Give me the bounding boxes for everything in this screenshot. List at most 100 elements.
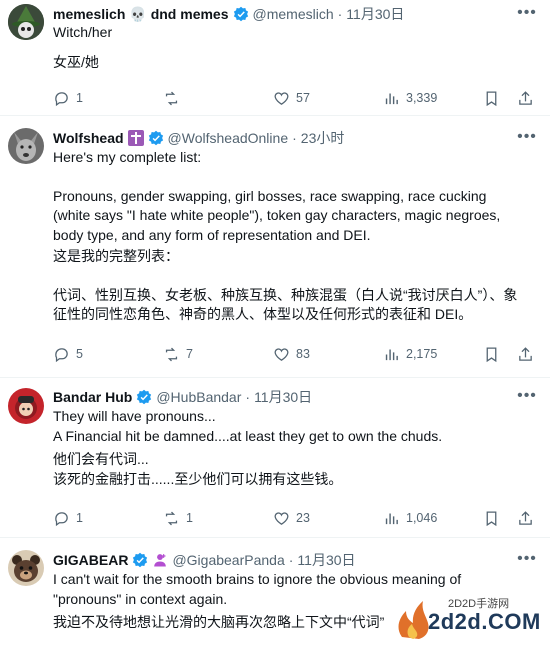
reply-icon [55, 91, 68, 106]
display-name[interactable]: memeslich [53, 6, 125, 22]
tweet[interactable]: memeslich 💀 dnd memes @memeslich · 11月30… [0, 0, 550, 116]
tweet-actions: 5 7 83 2,175 [53, 344, 532, 364]
reply-count: 5 [76, 347, 83, 361]
tweet-line: Witch/her [53, 24, 113, 40]
display-name[interactable]: Wolfshead [53, 130, 124, 146]
share-button[interactable] [517, 510, 540, 527]
timestamp[interactable]: 11月30日 [254, 387, 312, 407]
bookmark-icon [486, 90, 497, 106]
views-button[interactable]: 3,339 [383, 90, 437, 107]
tweet-line: Pronouns, gender swapping, girl bosses, … [53, 187, 487, 204]
view-count: 3,339 [406, 91, 438, 105]
tweet-line [53, 43, 536, 53]
like-button[interactable]: 57 [273, 90, 310, 107]
avatar[interactable] [8, 128, 44, 164]
user-handle[interactable]: @WolfsheadOnline [168, 130, 289, 146]
site-watermark: 2D2D手游网 2d2d.COM [392, 593, 542, 641]
witch-skull-avatar-icon [8, 4, 44, 40]
watermark-url: 2d2d.COM [428, 609, 541, 634]
tweet-line: 代词、性别互换、女老板、种族互换、种族混蛋（白人说“我讨厌白人”）、象 [53, 286, 518, 303]
tweet-line: I can't wait for the smooth brains to ig… [53, 571, 462, 587]
like-count: 83 [296, 347, 310, 361]
share-icon [519, 346, 532, 361]
retweet-button[interactable] [163, 90, 186, 107]
reply-icon [55, 511, 68, 526]
tweet-header: Wolfshead @WolfsheadOnline · 23小时 [53, 128, 520, 148]
timestamp[interactable]: 11月30日 [346, 4, 404, 24]
verified-badge-icon [148, 130, 163, 146]
view-count: 1,046 [406, 511, 438, 525]
user-handle[interactable]: @HubBandar [156, 389, 241, 405]
like-button[interactable]: 83 [273, 346, 310, 363]
tweet-line: body type, and any form of representatio… [53, 226, 371, 243]
reply-button[interactable]: 1 [53, 90, 83, 107]
analytics-icon [385, 93, 398, 104]
more-options-icon[interactable]: ••• [517, 128, 536, 145]
tweet-line: 这是我的完整列表： [53, 248, 179, 264]
tweet-line: They will have pronouns... [53, 408, 216, 424]
tweet-text: Witch/her 女巫/她 [53, 23, 536, 72]
user-handle[interactable]: @GigabearPanda [172, 552, 284, 568]
separator-dot: · [288, 552, 294, 568]
verified-badge-icon [233, 6, 248, 22]
retweet-count: 7 [186, 347, 193, 361]
verified-badge-icon [137, 389, 152, 405]
views-button[interactable]: 2,175 [383, 346, 437, 363]
display-name[interactable]: Bandar Hub [53, 389, 132, 405]
more-options-icon[interactable]: ••• [517, 4, 536, 21]
share-button[interactable] [517, 346, 540, 363]
more-options-icon[interactable]: ••• [517, 550, 536, 567]
retweet-icon [165, 511, 178, 525]
bookmark-icon [486, 346, 497, 362]
separator-dot: · [292, 130, 297, 146]
reply-button[interactable]: 5 [53, 346, 83, 363]
bookmark-icon [486, 510, 497, 526]
timeline: memeslich 💀 dnd memes @memeslich · 11月30… [0, 0, 550, 647]
avatar[interactable] [8, 4, 44, 40]
retweet-button[interactable]: 7 [163, 346, 193, 363]
separator-dot: · [245, 389, 251, 405]
share-icon [519, 510, 532, 525]
avatar[interactable] [8, 388, 44, 424]
tweet[interactable]: Wolfshead @WolfsheadOnline · 23小时 ••• He… [0, 116, 550, 378]
reply-count: 1 [76, 511, 83, 525]
tweet-text: Here's my complete list: Pronouns, gende… [53, 148, 536, 325]
share-button[interactable] [517, 90, 540, 107]
timestamp[interactable]: 11月30日 [297, 550, 355, 570]
like-count: 23 [296, 511, 310, 525]
tweet-line: 女巫/她 [53, 53, 99, 70]
tweet-line: 征性的同性恋角色、神奇的黑人、体型以及任何形式的表征和 DEI。 [53, 306, 473, 322]
more-options-icon[interactable]: ••• [517, 387, 536, 404]
heart-icon [274, 91, 289, 105]
tweet-line [53, 267, 536, 286]
heart-icon [274, 511, 289, 525]
retweet-icon [165, 347, 178, 361]
like-button[interactable]: 23 [273, 510, 310, 527]
bookmark-button[interactable] [483, 510, 506, 527]
retweet-button[interactable]: 1 [163, 510, 193, 527]
avatar[interactable] [8, 550, 44, 586]
tweet-line: Here's my complete list: [53, 149, 202, 165]
wolf-avatar-icon [8, 128, 44, 164]
cross-icon [127, 130, 144, 146]
tweet[interactable]: Bandar Hub @HubBandar · 11月30日 ••• They … [0, 378, 550, 538]
tweet-header: memeslich 💀 dnd memes @memeslich · 11月30… [53, 4, 520, 24]
display-name[interactable]: GIGABEAR [53, 552, 128, 568]
user-handle[interactable]: @memeslich [253, 6, 334, 22]
bookmark-button[interactable] [483, 90, 506, 107]
like-count: 57 [296, 91, 310, 105]
person-badge-icon [154, 554, 167, 567]
bookmark-button[interactable] [483, 346, 506, 363]
retweet-icon [165, 91, 178, 105]
tweet-line [53, 168, 536, 187]
verified-badge-icon [133, 552, 148, 568]
tweet-header: Bandar Hub @HubBandar · 11月30日 [53, 387, 520, 407]
share-icon [519, 90, 532, 105]
tweet-line: A Financial hit be damned....at least th… [53, 427, 443, 444]
reply-button[interactable]: 1 [53, 510, 83, 527]
timestamp[interactable]: 23小时 [301, 128, 345, 148]
tweet-text: They will have pronouns... A Financial h… [53, 407, 536, 489]
tweet-actions: 1 57 3,339 [53, 88, 532, 108]
views-button[interactable]: 1,046 [383, 510, 437, 527]
analytics-icon [385, 513, 398, 524]
